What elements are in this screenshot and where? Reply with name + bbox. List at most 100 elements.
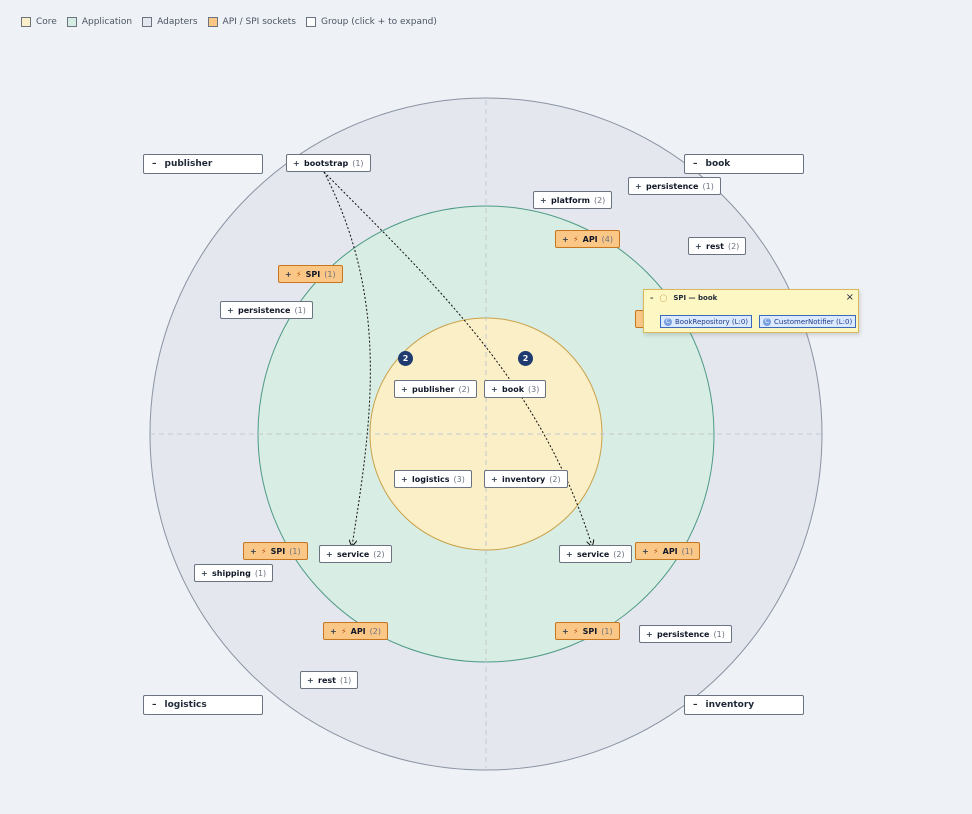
node-name: persistence bbox=[646, 181, 699, 191]
expand-toggle[interactable]: + bbox=[307, 676, 314, 685]
group-logistics[interactable]: – logistics bbox=[143, 695, 263, 715]
node-name: API bbox=[662, 546, 678, 556]
adapter-node-rest-book[interactable]: + rest (2) bbox=[688, 237, 747, 255]
core-node-publisher[interactable]: + publisher (2) bbox=[394, 380, 477, 398]
group-book[interactable]: – book bbox=[684, 154, 804, 174]
node-count: (2) bbox=[593, 195, 606, 205]
adapter-node-persistence-book[interactable]: + persistence (1) bbox=[628, 177, 721, 195]
adapter-node-rest-logistics[interactable]: + rest (1) bbox=[300, 671, 359, 689]
close-icon[interactable]: × bbox=[846, 292, 854, 303]
socket-spi-bottomright[interactable]: + ⚡ SPI (1) bbox=[555, 622, 620, 640]
app-node-service-left[interactable]: + service (2) bbox=[319, 545, 392, 563]
expand-toggle[interactable]: + bbox=[491, 475, 498, 484]
node-count: (2) bbox=[613, 549, 625, 559]
collapse-toggle[interactable]: – bbox=[693, 159, 698, 169]
plug-icon: ⚡ bbox=[296, 269, 302, 279]
node-name: SPI bbox=[582, 626, 598, 636]
expand-toggle[interactable]: + bbox=[330, 627, 337, 636]
class-chip-customernotifier[interactable]: C CustomerNotifier (L:0) bbox=[759, 315, 857, 328]
cube-icon: ◯ bbox=[659, 294, 668, 302]
node-count: (1) bbox=[324, 269, 336, 279]
node-count: (1) bbox=[681, 546, 693, 556]
popup-title: SPI — book bbox=[673, 294, 718, 302]
core-badge-left: 2 bbox=[398, 351, 413, 366]
collapse-toggle[interactable]: – bbox=[152, 159, 157, 169]
group-label: publisher bbox=[164, 159, 213, 169]
plug-icon: ⚡ bbox=[573, 626, 579, 636]
adapter-node-persistence-publisher[interactable]: + persistence (1) bbox=[220, 301, 313, 319]
core-node-inventory[interactable]: + inventory (2) bbox=[484, 470, 568, 488]
group-label: logistics bbox=[164, 700, 207, 710]
expand-toggle[interactable]: + bbox=[562, 235, 569, 244]
plug-icon: ⚡ bbox=[341, 626, 347, 636]
expand-toggle[interactable]: + bbox=[201, 569, 208, 578]
node-count: (4) bbox=[601, 234, 613, 244]
spi-book-popup: – ◯ SPI — book × C BookRepository (L:0) … bbox=[643, 289, 859, 333]
socket-spi-topleft[interactable]: + ⚡ SPI (1) bbox=[278, 265, 343, 283]
socket-spi-left[interactable]: + ⚡ SPI (1) bbox=[243, 542, 308, 560]
core-node-book[interactable]: + book (3) bbox=[484, 380, 547, 398]
expand-toggle[interactable]: + bbox=[566, 550, 573, 559]
socket-api-right[interactable]: + ⚡ API (1) bbox=[635, 542, 700, 560]
plug-icon: ⚡ bbox=[261, 546, 267, 556]
group-label: book bbox=[705, 159, 731, 169]
node-name: API bbox=[582, 234, 598, 244]
node-count: (2) bbox=[369, 626, 381, 636]
expand-toggle[interactable]: + bbox=[326, 550, 333, 559]
node-name: rest bbox=[318, 675, 336, 685]
adapter-node-shipping[interactable]: + shipping (1) bbox=[194, 564, 274, 582]
node-count: (2) bbox=[458, 384, 470, 394]
app-node-service-right[interactable]: + service (2) bbox=[559, 545, 632, 563]
node-name: SPI bbox=[305, 269, 321, 279]
class-chip-bookrepository[interactable]: C BookRepository (L:0) bbox=[660, 315, 753, 328]
expand-toggle[interactable]: + bbox=[540, 196, 547, 205]
chip-label: BookRepository (L:0) bbox=[675, 317, 749, 326]
expand-toggle[interactable]: + bbox=[293, 159, 300, 168]
expand-toggle[interactable]: + bbox=[695, 242, 702, 251]
node-count: (1) bbox=[702, 181, 714, 191]
node-name: service bbox=[337, 549, 370, 559]
collapse-toggle[interactable]: – bbox=[650, 294, 654, 302]
class-icon: C bbox=[763, 317, 771, 326]
node-name: logistics bbox=[412, 474, 450, 484]
adapter-node-bootstrap[interactable]: + bootstrap (1) bbox=[286, 154, 371, 172]
node-count: (1) bbox=[254, 568, 267, 578]
node-count: (1) bbox=[289, 546, 301, 556]
expand-toggle[interactable]: + bbox=[401, 475, 408, 484]
expand-toggle[interactable]: + bbox=[646, 630, 653, 639]
node-name: platform bbox=[551, 195, 590, 205]
group-inventory[interactable]: – inventory bbox=[684, 695, 804, 715]
node-count: (1) bbox=[713, 629, 725, 639]
app-node-platform[interactable]: + platform (2) bbox=[533, 191, 613, 209]
class-icon: C bbox=[664, 317, 672, 326]
collapse-toggle[interactable]: – bbox=[693, 700, 698, 710]
node-count: (1) bbox=[339, 675, 352, 685]
expand-toggle[interactable]: + bbox=[227, 306, 234, 315]
plug-icon: ⚡ bbox=[653, 546, 659, 556]
expand-toggle[interactable]: + bbox=[635, 182, 642, 191]
node-name: rest bbox=[706, 241, 724, 251]
node-count: (2) bbox=[727, 241, 740, 251]
node-name: service bbox=[577, 549, 610, 559]
socket-api-top[interactable]: + ⚡ API (4) bbox=[555, 230, 620, 248]
node-name: inventory bbox=[502, 474, 546, 484]
node-name: persistence bbox=[657, 629, 710, 639]
group-publisher[interactable]: – publisher bbox=[143, 154, 263, 174]
expand-toggle[interactable]: + bbox=[250, 547, 257, 556]
core-node-logistics[interactable]: + logistics (3) bbox=[394, 470, 472, 488]
hexagon-diagram bbox=[149, 97, 823, 771]
group-label: inventory bbox=[705, 700, 755, 710]
expand-toggle[interactable]: + bbox=[401, 385, 408, 394]
socket-api-bottomleft[interactable]: + ⚡ API (2) bbox=[323, 622, 388, 640]
adapter-node-persistence-inventory[interactable]: + persistence (1) bbox=[639, 625, 732, 643]
node-name: book bbox=[502, 384, 525, 394]
collapse-toggle[interactable]: – bbox=[152, 700, 157, 710]
core-badge-right: 2 bbox=[518, 351, 533, 366]
node-name: publisher bbox=[412, 384, 455, 394]
expand-toggle[interactable]: + bbox=[642, 547, 649, 556]
node-count: (1) bbox=[601, 626, 613, 636]
popup-header: – ◯ SPI — book bbox=[650, 294, 717, 302]
expand-toggle[interactable]: + bbox=[491, 385, 498, 394]
expand-toggle[interactable]: + bbox=[562, 627, 569, 636]
expand-toggle[interactable]: + bbox=[285, 270, 292, 279]
